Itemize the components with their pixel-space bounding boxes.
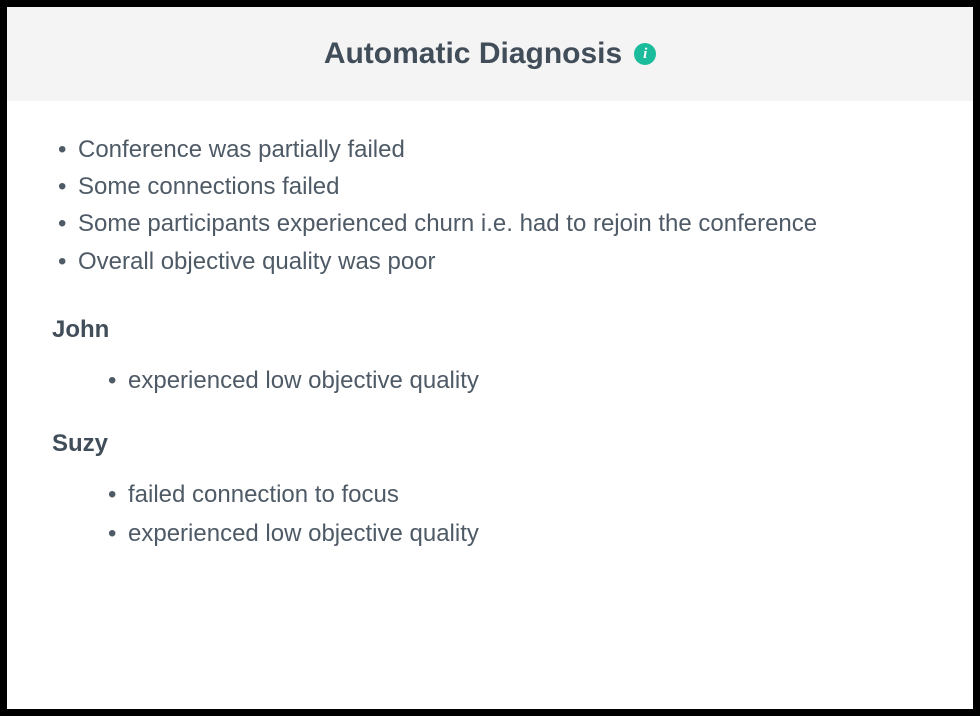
card-content: Conference was partially failed Some con… <box>7 101 973 613</box>
summary-list: Conference was partially failed Some con… <box>52 131 928 280</box>
list-item: Conference was partially failed <box>52 131 928 168</box>
list-item: Some participants experienced churn i.e.… <box>52 205 928 242</box>
participant-name: John <box>52 316 928 344</box>
list-item: Some connections failed <box>52 168 928 205</box>
participant-name: Suzy <box>52 430 928 458</box>
participant-issue-list: failed connection to focus experienced l… <box>102 476 928 553</box>
list-item: Overall objective quality was poor <box>52 243 928 280</box>
info-icon[interactable]: i <box>634 43 656 65</box>
diagnosis-card: Automatic Diagnosis i Conference was par… <box>7 7 973 709</box>
list-item: failed connection to focus <box>102 476 928 514</box>
card-header: Automatic Diagnosis i <box>7 7 973 101</box>
list-item: experienced low objective quality <box>102 515 928 553</box>
list-item: experienced low objective quality <box>102 362 928 400</box>
card-title: Automatic Diagnosis <box>324 37 622 71</box>
participant-issue-list: experienced low objective quality <box>102 362 928 400</box>
